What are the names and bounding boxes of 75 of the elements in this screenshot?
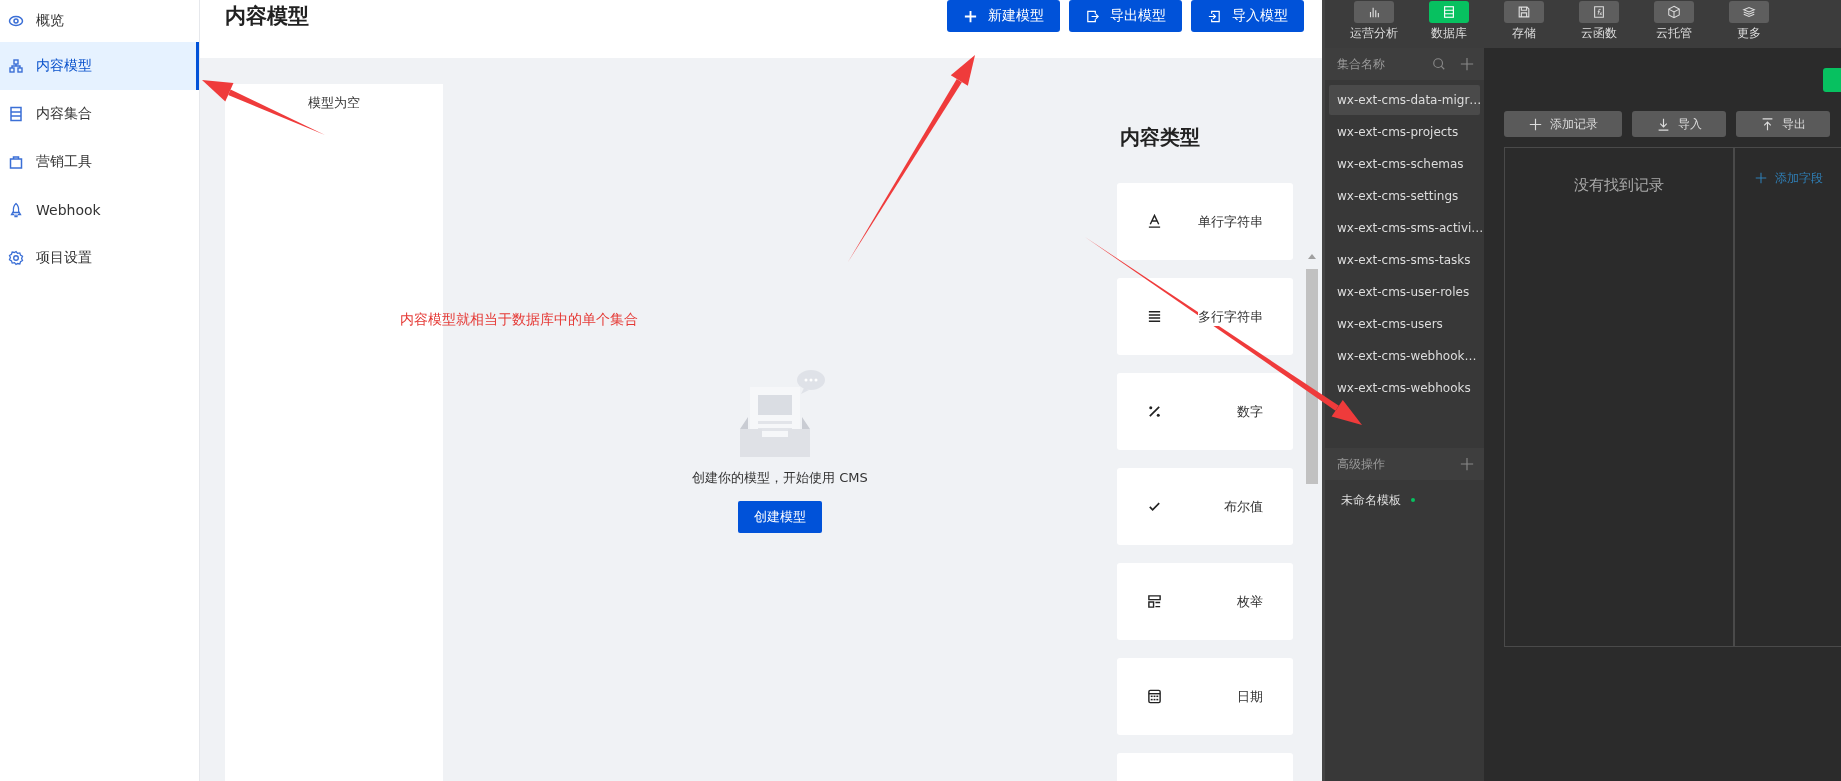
status-dot bbox=[1411, 498, 1415, 502]
scrollbar-thumb[interactable] bbox=[1306, 269, 1318, 484]
list-icon bbox=[8, 106, 24, 122]
sidebar-item[interactable]: Webhook bbox=[0, 186, 199, 234]
empty-text: 模型为空 bbox=[308, 94, 360, 112]
collection-item[interactable]: wx-ext-cms-users bbox=[1329, 309, 1480, 339]
header-label: 高级操作 bbox=[1337, 455, 1385, 473]
search-icon[interactable] bbox=[1432, 57, 1446, 71]
upload-icon bbox=[1760, 117, 1774, 131]
sidebar-item[interactable]: 内容模型 bbox=[0, 42, 199, 90]
sidebar-item[interactable]: 概览 bbox=[0, 0, 199, 42]
content-type-card[interactable]: 多行字符串 bbox=[1117, 278, 1293, 355]
settings-icon bbox=[8, 250, 24, 266]
plus-icon bbox=[1755, 172, 1767, 184]
plus-icon bbox=[963, 8, 978, 24]
record-button[interactable]: 导入 bbox=[1632, 111, 1726, 137]
collection-item[interactable]: wx-ext-cms-sms-tasks bbox=[1329, 245, 1480, 275]
import-icon bbox=[1207, 8, 1222, 24]
scroll-up-icon[interactable] bbox=[1308, 254, 1316, 259]
plus-icon bbox=[1528, 117, 1542, 131]
annotation-text: 内容模型就相当于数据库中的单个集合 bbox=[400, 311, 638, 329]
percent-icon bbox=[1147, 404, 1162, 419]
toolbar-button[interactable]: 数据库 bbox=[1413, 0, 1485, 48]
collection-item[interactable]: wx-ext-cms-projects bbox=[1329, 117, 1480, 147]
action-button[interactable] bbox=[1823, 68, 1841, 92]
toolbar-button[interactable]: 运营分析 bbox=[1338, 0, 1410, 48]
plus-icon[interactable] bbox=[1460, 57, 1474, 71]
bag-icon bbox=[8, 154, 24, 170]
floppy-icon bbox=[1517, 5, 1531, 19]
collection-item[interactable]: wx-ext-cms-webhook… bbox=[1329, 341, 1480, 371]
content-type-card[interactable]: 数字 bbox=[1117, 373, 1293, 450]
toolbar-button[interactable]: 云函数 bbox=[1563, 0, 1635, 48]
toolbar-button[interactable]: 存储 bbox=[1488, 0, 1560, 48]
header-button[interactable]: 新建模型 bbox=[947, 0, 1060, 32]
header-button[interactable]: 导入模型 bbox=[1191, 0, 1304, 32]
record-button[interactable]: 导出 bbox=[1736, 111, 1830, 137]
sidebar-item[interactable]: 营销工具 bbox=[0, 138, 199, 186]
collection-item[interactable]: wx-ext-cms-webhooks bbox=[1329, 373, 1480, 403]
lines-icon bbox=[1147, 309, 1162, 324]
text-icon bbox=[1147, 214, 1162, 229]
cube-icon bbox=[1667, 5, 1681, 19]
sidebar-item[interactable]: 内容集合 bbox=[0, 90, 199, 138]
empty-text: 没有找到记录 bbox=[1574, 176, 1664, 196]
content-type-card[interactable]: 枚举 bbox=[1117, 563, 1293, 640]
download-icon bbox=[1656, 117, 1670, 131]
section-title: 内容类型 bbox=[1120, 124, 1201, 151]
collection-item[interactable]: wx-ext-cms-schemas bbox=[1329, 149, 1480, 179]
content-type-card[interactable]: 日期 bbox=[1117, 658, 1293, 735]
create-model-button[interactable]: 创建模型 bbox=[738, 501, 822, 533]
collection-item[interactable]: wx-ext-cms-sms-activi… bbox=[1329, 213, 1480, 243]
export-icon bbox=[1085, 8, 1100, 24]
function-icon bbox=[1592, 5, 1606, 19]
database-icon bbox=[1442, 5, 1456, 19]
collection-item[interactable]: wx-ext-cms-settings bbox=[1329, 181, 1480, 211]
empty-message: 创建你的模型，开始使用 CMS bbox=[692, 469, 868, 487]
rocket-icon bbox=[8, 202, 24, 218]
eye-icon bbox=[8, 13, 24, 29]
collection-item[interactable]: wx-ext-cms-user-roles bbox=[1329, 277, 1480, 307]
layers-icon bbox=[1742, 5, 1756, 19]
template-item[interactable]: 未命名模板 bbox=[1341, 491, 1401, 509]
page-title: 内容模型 bbox=[225, 3, 309, 30]
content-type-card[interactable]: 单行字符串 bbox=[1117, 183, 1293, 260]
header-button[interactable]: 导出模型 bbox=[1069, 0, 1182, 32]
toolbar-button[interactable]: 更多 bbox=[1713, 0, 1785, 48]
header-label: 集合名称 bbox=[1337, 55, 1385, 73]
sitemap-icon bbox=[8, 58, 24, 74]
collection-item[interactable]: wx-ext-cms-data-migr… bbox=[1329, 85, 1480, 115]
bar-chart-icon bbox=[1367, 5, 1381, 19]
content-type-card[interactable]: 布尔值 bbox=[1117, 468, 1293, 545]
record-button[interactable]: 添加记录 bbox=[1504, 111, 1622, 137]
calendar-icon bbox=[1147, 689, 1162, 704]
toolbar-button[interactable]: 云托管 bbox=[1638, 0, 1710, 48]
layout-icon bbox=[1147, 594, 1162, 609]
sidebar-item[interactable]: 项目设置 bbox=[0, 234, 199, 282]
plus-icon[interactable] bbox=[1460, 457, 1474, 471]
